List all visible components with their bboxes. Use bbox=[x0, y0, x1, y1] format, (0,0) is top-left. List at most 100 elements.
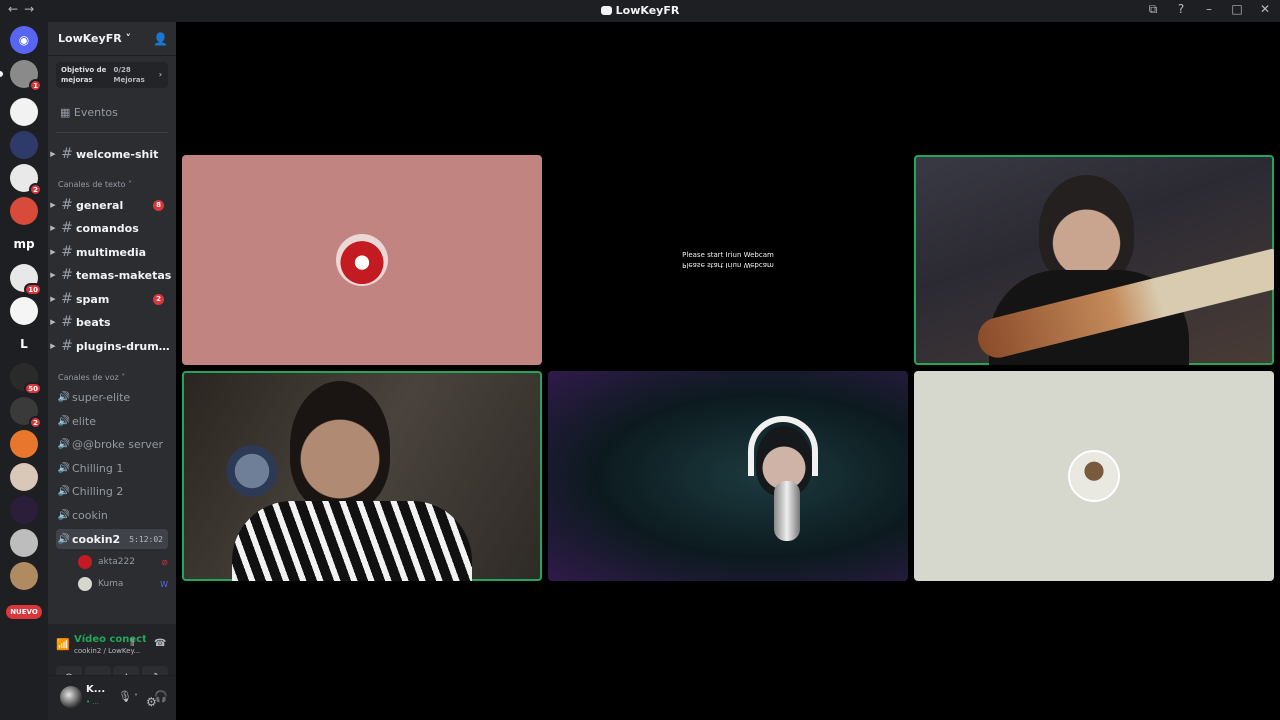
inbox-icon[interactable]: ⧉ bbox=[1146, 2, 1160, 17]
caret-icon: ▶ bbox=[50, 201, 56, 209]
hash-icon: # bbox=[61, 314, 73, 330]
maximize-icon[interactable]: □ bbox=[1230, 2, 1244, 17]
caret-icon: ▶ bbox=[50, 150, 56, 158]
guild-item[interactable]: 2 bbox=[10, 397, 42, 429]
avatar bbox=[78, 555, 92, 569]
channel-spam[interactable]: ▶ # spam 2 bbox=[48, 289, 176, 309]
signal-icon[interactable]: 📶 bbox=[56, 638, 70, 651]
title-bar: ←→ LowKeyFR ⧉ ? – □ ✕ bbox=[0, 0, 1280, 22]
video-tile-guitar[interactable] bbox=[914, 155, 1274, 365]
channel-plugins-drumkits[interactable]: ▶#plugins-drumkit... bbox=[48, 336, 176, 356]
video-tile-person[interactable] bbox=[182, 371, 542, 581]
hash-icon: # bbox=[61, 146, 73, 162]
caret-icon: ▶ bbox=[50, 295, 56, 303]
participant-video bbox=[1039, 175, 1134, 285]
avatar[interactable] bbox=[60, 686, 82, 708]
guild-item[interactable]: mp bbox=[10, 230, 38, 258]
guild-item[interactable] bbox=[10, 430, 38, 458]
voice-channel-cookin[interactable]: 🔊 cookin bbox=[56, 505, 168, 525]
boost-goal[interactable]: Objetivo de mejoras 0/28 Mejoras › bbox=[56, 62, 168, 88]
guild-item[interactable] bbox=[10, 197, 38, 225]
voice-user[interactable]: akta222 ⊘ bbox=[78, 552, 170, 572]
disconnect-icon[interactable]: ☎ bbox=[154, 638, 166, 649]
new-badge[interactable]: NUEVO bbox=[6, 605, 42, 619]
participant-video bbox=[290, 381, 390, 511]
guild-item[interactable]: 50 bbox=[10, 363, 42, 395]
guild-item[interactable]: 10 bbox=[10, 264, 42, 296]
caret-icon: ▶ bbox=[50, 224, 56, 232]
voice-channel-super-elite[interactable]: 🔊 super-elite bbox=[56, 387, 168, 407]
divider bbox=[56, 132, 168, 133]
window-title: LowKeyFR bbox=[0, 4, 1280, 17]
unread-badge: 8 bbox=[153, 199, 164, 211]
username[interactable]: K... bbox=[86, 684, 105, 695]
video-tile-avatar[interactable] bbox=[182, 155, 542, 365]
guild-item[interactable]: 2 bbox=[10, 164, 42, 196]
guild-item[interactable] bbox=[10, 297, 38, 325]
video-tile-webcam-message[interactable]: Please start Iriun Webcam Please start I… bbox=[548, 155, 908, 365]
guild-item[interactable] bbox=[10, 131, 38, 159]
boost-count: 0/28 Mejoras bbox=[113, 66, 145, 84]
guild-item[interactable]: L bbox=[10, 330, 38, 358]
webcam-message: Please start Iriun Webcam Please start I… bbox=[682, 251, 774, 269]
guild-item[interactable]: 1 bbox=[10, 60, 42, 92]
hash-icon: # bbox=[61, 244, 73, 260]
avatar bbox=[1068, 450, 1120, 502]
channel-temas-maketas[interactable]: ▶ # temas-maketas bbox=[48, 265, 176, 285]
text-channels-category[interactable]: Canales de texto ˅ bbox=[58, 180, 132, 189]
guild-item[interactable] bbox=[10, 562, 38, 590]
guild-item[interactable] bbox=[10, 529, 38, 557]
guild-item[interactable] bbox=[10, 496, 38, 524]
call-timer: 5:12:02 bbox=[129, 534, 163, 544]
video-tile-singer[interactable] bbox=[548, 371, 908, 581]
hash-icon: # bbox=[61, 291, 73, 307]
voice-user[interactable]: Kuma W bbox=[78, 574, 170, 594]
chevron-down-icon[interactable]: ˅ bbox=[134, 693, 138, 702]
video-tile-avatar[interactable] bbox=[914, 371, 1274, 581]
add-user-icon[interactable]: 👤 bbox=[153, 32, 168, 46]
channel-general[interactable]: ▶ # general 8 bbox=[48, 195, 176, 215]
mention-badge: 10 bbox=[24, 283, 42, 296]
channel-welcome-shit[interactable]: ▶ # welcome-shit bbox=[48, 144, 176, 164]
guild-item[interactable] bbox=[10, 463, 38, 491]
help-icon[interactable]: ? bbox=[1174, 2, 1188, 17]
voice-channel-elite[interactable]: 🔊 elite bbox=[56, 411, 168, 431]
speaker-icon: 🔊 bbox=[57, 438, 71, 450]
window-controls: ⧉ ? – □ ✕ bbox=[1146, 2, 1272, 17]
noise-suppression-icon[interactable]: ⦀ bbox=[130, 638, 134, 649]
speaker-icon: 🔊 bbox=[57, 509, 71, 521]
voice-channel-cookin2[interactable]: 🔊 cookin2 5:12:02 bbox=[56, 529, 168, 549]
server-header[interactable]: LowKeyFR ˅ 👤 bbox=[48, 22, 176, 56]
speaker-icon: 🔊 bbox=[57, 391, 71, 403]
channel-comandos[interactable]: ▶ # comandos bbox=[48, 218, 176, 238]
activity-icon: W bbox=[160, 579, 168, 589]
caret-icon: ▶ bbox=[50, 318, 56, 326]
speaker-icon: 🔊 bbox=[57, 485, 71, 497]
settings-gear-icon[interactable]: ⚙ bbox=[146, 695, 157, 709]
video-stage: Please start Iriun Webcam Please start I… bbox=[176, 22, 1280, 720]
events-item[interactable]: ▦ Eventos bbox=[60, 106, 118, 119]
voice-channels-category[interactable]: Canales de voz ˅ bbox=[58, 373, 125, 382]
server-name: LowKeyFR ˅ bbox=[58, 32, 132, 45]
unread-badge: 2 bbox=[153, 293, 164, 305]
minimize-icon[interactable]: – bbox=[1202, 2, 1216, 17]
voice-channel-chilling-1[interactable]: 🔊 Chilling 1 bbox=[56, 458, 168, 478]
hash-icon: # bbox=[61, 220, 73, 236]
microphone-image bbox=[774, 481, 800, 541]
microphone-icon[interactable]: 🎙 bbox=[118, 690, 132, 703]
mention-badge: 1 bbox=[29, 79, 42, 92]
guild-home[interactable]: ◉ bbox=[10, 26, 38, 54]
boost-goal-label: Objetivo de mejoras bbox=[61, 66, 107, 84]
server-list: ◉ 1 2 mp 10 L 50 2 NUEVO bbox=[0, 22, 48, 720]
user-status: • ... bbox=[86, 698, 100, 706]
participant-body bbox=[232, 501, 472, 581]
channel-beats[interactable]: ▶ # beats bbox=[48, 312, 176, 332]
speaker-icon: 🔊 bbox=[57, 533, 71, 545]
guild-item[interactable] bbox=[10, 98, 38, 126]
channel-multimedia[interactable]: ▶ # multimedia bbox=[48, 242, 176, 262]
close-icon[interactable]: ✕ bbox=[1258, 2, 1272, 17]
voice-channel-broke-server[interactable]: 🔊 @@broke server bbox=[56, 434, 168, 454]
voice-channel-chilling-2[interactable]: 🔊 Chilling 2 bbox=[56, 481, 168, 501]
connection-status[interactable]: Vídeo conectado bbox=[74, 634, 146, 645]
avatar bbox=[78, 577, 92, 591]
